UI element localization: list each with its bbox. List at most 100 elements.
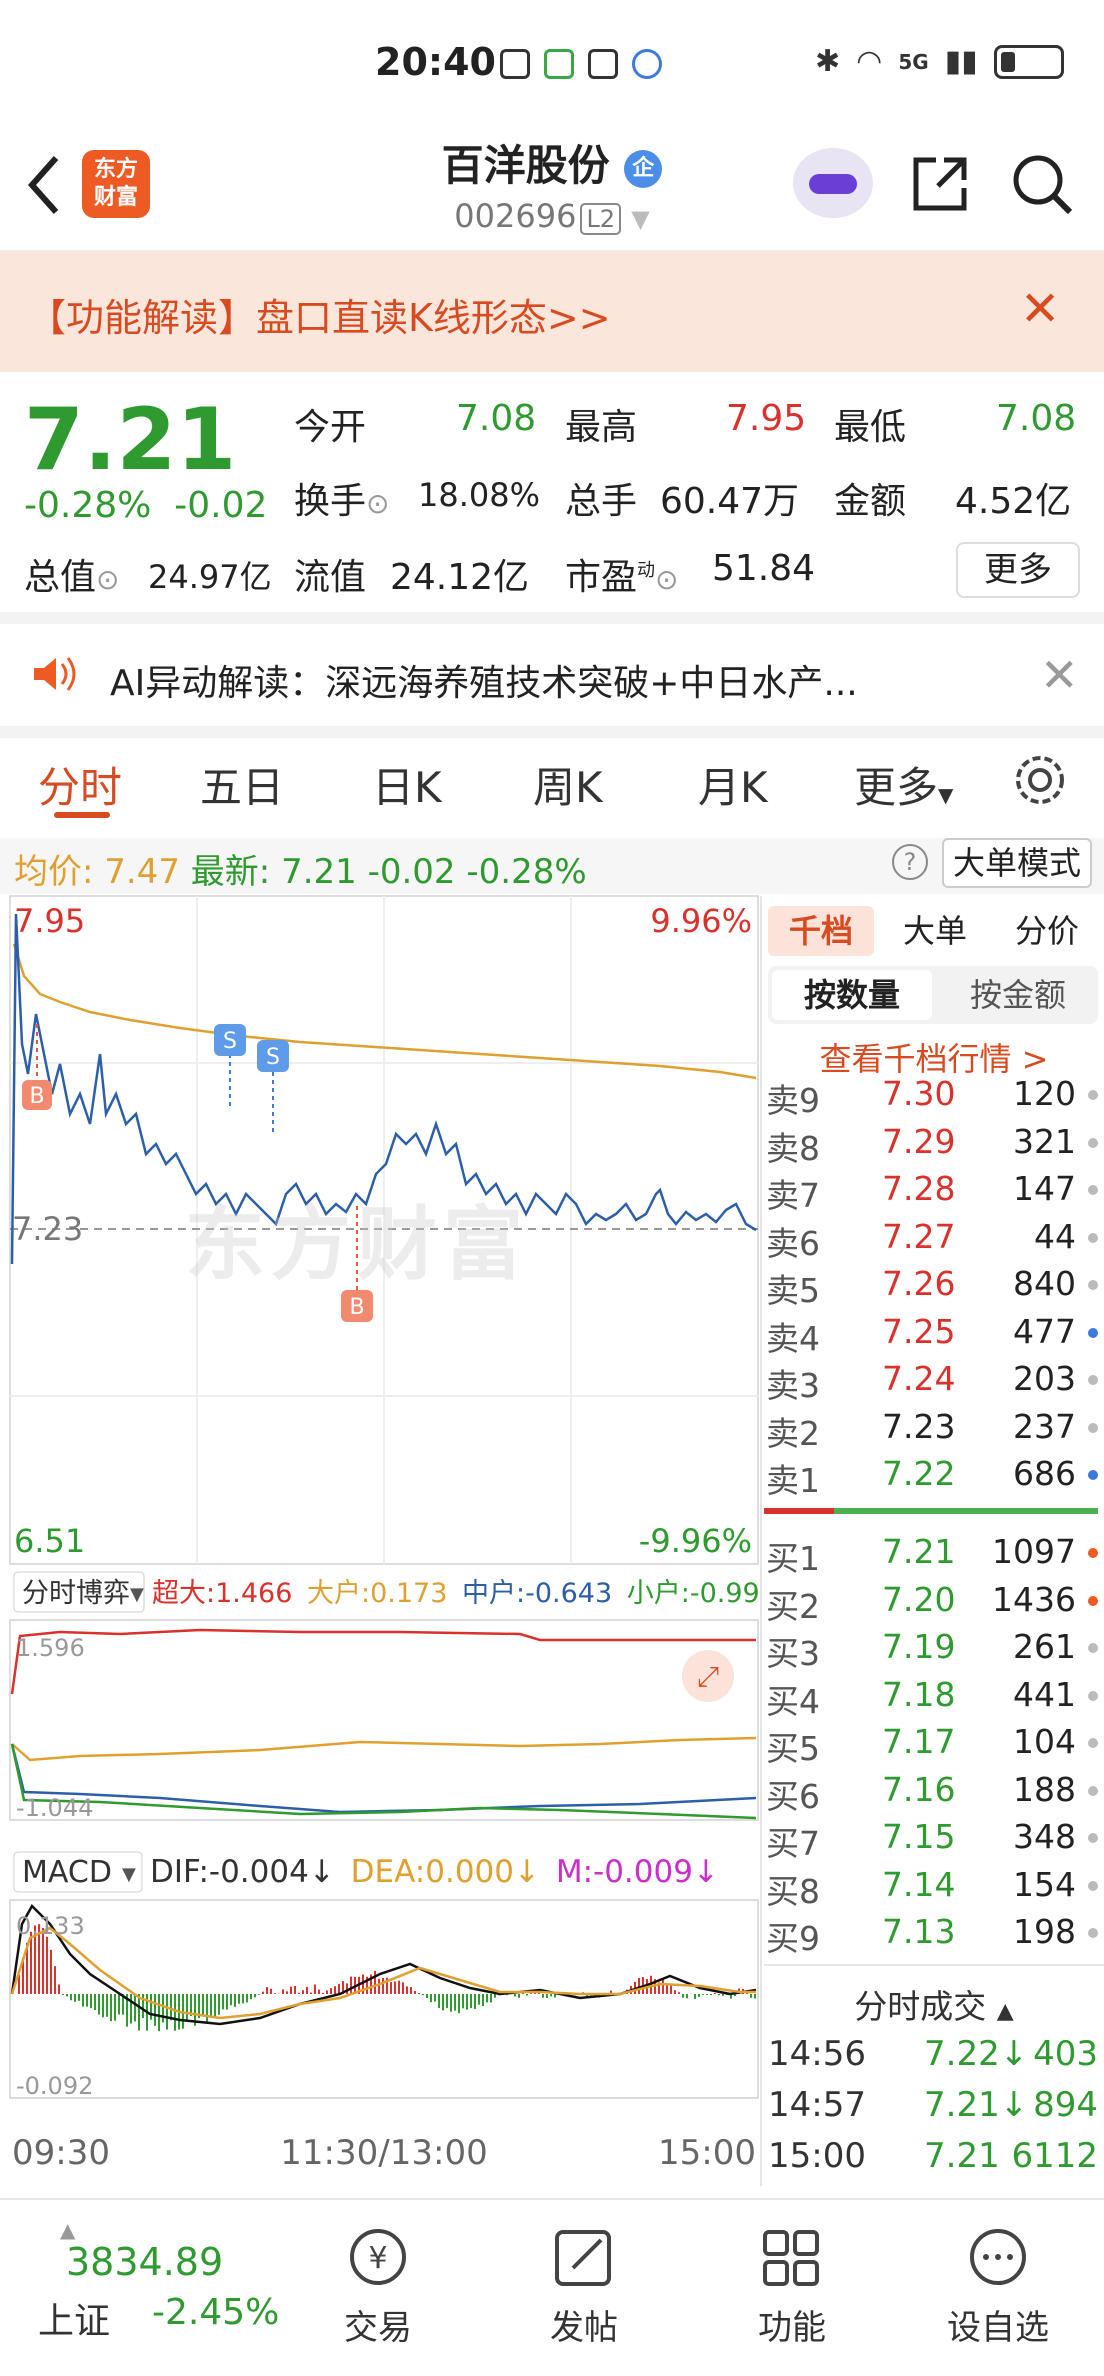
trades-title: 分时成交 xyxy=(854,1987,986,2026)
bid-row[interactable]: 买8 7.14 154 xyxy=(764,1863,1104,1911)
latest-pct: -0.28% xyxy=(466,852,586,892)
bid-volume: 198 xyxy=(1013,1912,1076,1951)
by-amount-button[interactable]: 按金额 xyxy=(938,970,1098,1020)
tab-daily-k[interactable]: 日K xyxy=(372,754,442,815)
low-value: 7.08 xyxy=(996,398,1076,439)
close-icon[interactable]: ✕ xyxy=(1020,281,1060,337)
help-icon[interactable]: ? xyxy=(892,844,928,880)
flow-legend: 超大:1.466 大户:0.173 中户:-0.643 小户:-0.997 xyxy=(152,1578,762,1609)
bid-row[interactable]: 买5 7.17 104 xyxy=(764,1720,1104,1768)
nav-post[interactable]: 发帖 xyxy=(524,2226,644,2349)
index-name[interactable]: 上证 xyxy=(38,2292,110,2344)
nav-label: 功能 xyxy=(732,2300,852,2349)
ask-row[interactable]: 卖1 7.22 686 xyxy=(764,1452,1104,1500)
tab-big-order[interactable]: 大单 xyxy=(882,906,988,956)
change-value: -0.02 xyxy=(174,485,267,526)
macd-bar xyxy=(466,1994,468,2010)
high-value: 7.95 xyxy=(726,398,806,439)
ask-row[interactable]: 卖2 7.23 237 xyxy=(764,1405,1104,1453)
ask-row[interactable]: 卖7 7.28 147 xyxy=(764,1167,1104,1215)
ask-row[interactable]: 卖8 7.29 321 xyxy=(764,1120,1104,1168)
tab-weekly-k[interactable]: 周K xyxy=(533,754,603,815)
ask-row[interactable]: 卖4 7.25 477 xyxy=(764,1310,1104,1358)
index-value[interactable]: 3834.89 xyxy=(66,2240,223,2284)
macd-bar xyxy=(694,1994,696,1999)
macd-bar xyxy=(526,1994,528,1996)
bid-row[interactable]: 买3 7.19 261 xyxy=(764,1625,1104,1673)
ask-row[interactable]: 卖3 7.24 203 xyxy=(764,1357,1104,1405)
nav-trade[interactable]: ¥ 交易 xyxy=(318,2226,438,2349)
macd-bar xyxy=(218,1994,220,2015)
bid-label: 买7 xyxy=(766,1817,820,1865)
search-button[interactable] xyxy=(1010,152,1074,216)
feature-banner[interactable]: 【功能解读】盘口直读K线形态>> ✕ xyxy=(0,250,1104,372)
bid-row[interactable]: 买6 7.16 188 xyxy=(764,1768,1104,1816)
high-label: 最高 xyxy=(565,398,637,450)
macd-bar xyxy=(698,1994,700,1997)
settings-icon[interactable] xyxy=(1012,752,1068,808)
close-icon[interactable]: ✕ xyxy=(1040,648,1079,702)
edit-icon xyxy=(551,2226,617,2288)
status-dot xyxy=(1088,1691,1098,1701)
tab-intraday[interactable]: 分时 xyxy=(38,754,122,815)
by-volume-button[interactable]: 按数量 xyxy=(772,970,932,1020)
trades-header[interactable]: 分时成交 ▲ xyxy=(764,1980,1104,2028)
macd-bar xyxy=(166,1994,168,2030)
tab-price-dist[interactable]: 分价 xyxy=(994,906,1100,956)
tab-monthly-k[interactable]: 月K xyxy=(698,754,768,815)
macd-bar xyxy=(718,1994,720,1995)
intraday-chart[interactable]: B S S B 7.95 9.96% 7.23 6.51 -9.96% 分时博弈… xyxy=(0,894,762,2184)
macd-bar xyxy=(310,1993,312,1994)
ai-insight-text: AI异动解读：深远海养殖技术突破+中日水产... xyxy=(110,654,858,706)
bid-row[interactable]: 买4 7.18 441 xyxy=(764,1673,1104,1721)
ai-assistant-icon[interactable] xyxy=(793,148,873,218)
nav-watchlist[interactable]: 设自选 xyxy=(938,2226,1058,2349)
dea-label: DEA:0.000 xyxy=(351,1854,514,1890)
pe-sup: 动 xyxy=(637,560,655,581)
macd-bar xyxy=(210,1994,212,2018)
dropdown-icon: ▼ xyxy=(631,205,649,233)
time-end-label: 15:00 xyxy=(658,2133,756,2173)
macd-bar xyxy=(390,1982,392,1994)
ask-price: 7.24 xyxy=(882,1359,955,1398)
macd-bar xyxy=(246,1994,248,2002)
bid-row[interactable]: 买2 7.20 1436 xyxy=(764,1578,1104,1626)
macd-bar xyxy=(418,1993,420,1994)
ask-label: 卖6 xyxy=(766,1217,820,1265)
status-dot xyxy=(1088,1548,1098,1558)
ask-row[interactable]: 卖5 7.26 840 xyxy=(764,1262,1104,1310)
bid-row[interactable]: 买9 7.13 198 xyxy=(764,1910,1104,1958)
flow-mid-label: 中户: xyxy=(462,1578,525,1609)
big-order-mode-button[interactable]: 大单模式 xyxy=(942,838,1092,888)
mcap-label[interactable]: 总值⊙ xyxy=(24,548,119,600)
macd-bar xyxy=(106,1994,108,2017)
pe-label[interactable]: 市盈动⊙ xyxy=(565,548,678,600)
ask-row[interactable]: 卖9 7.30 120 xyxy=(764,1072,1104,1120)
bid-volume: 1097 xyxy=(992,1532,1076,1571)
more-button[interactable]: 更多 xyxy=(956,542,1080,598)
macd-bar xyxy=(514,1994,516,1996)
tab-five-day[interactable]: 五日 xyxy=(200,754,284,815)
bid-row[interactable]: 买1 7.21 1097 xyxy=(764,1530,1104,1578)
status-dot xyxy=(1088,1280,1098,1290)
share-button[interactable] xyxy=(908,152,972,216)
macd-bar xyxy=(378,1979,380,1994)
macd-bar xyxy=(458,1994,460,2013)
ai-insight-bar[interactable]: AI异动解读：深远海养殖技术突破+中日水产... ✕ xyxy=(0,624,1104,724)
ask-row[interactable]: 卖6 7.27 44 xyxy=(764,1215,1104,1263)
flow-small-label: 小户: xyxy=(627,1578,690,1609)
divider xyxy=(0,726,1104,738)
macd-bar xyxy=(254,1994,256,1997)
macd-bar xyxy=(150,1994,152,2020)
flow-mid: -0.643 xyxy=(525,1578,612,1609)
nav-function[interactable]: 功能 xyxy=(732,2226,852,2349)
ask-volume: 120 xyxy=(1013,1074,1076,1113)
tab-full-depth[interactable]: 千档 xyxy=(768,906,874,956)
macd-legend: DIF:-0.004↓ DEA:0.000↓ M:-0.009↓ xyxy=(150,1854,719,1890)
tab-more[interactable]: 更多▼ xyxy=(854,754,953,815)
bid-row[interactable]: 买7 7.15 348 xyxy=(764,1815,1104,1863)
macd-bar xyxy=(90,1994,92,2008)
turnover-label[interactable]: 换手⊙ xyxy=(294,472,389,524)
macd-bar xyxy=(442,1994,444,2010)
macd-bar xyxy=(542,1994,544,1998)
